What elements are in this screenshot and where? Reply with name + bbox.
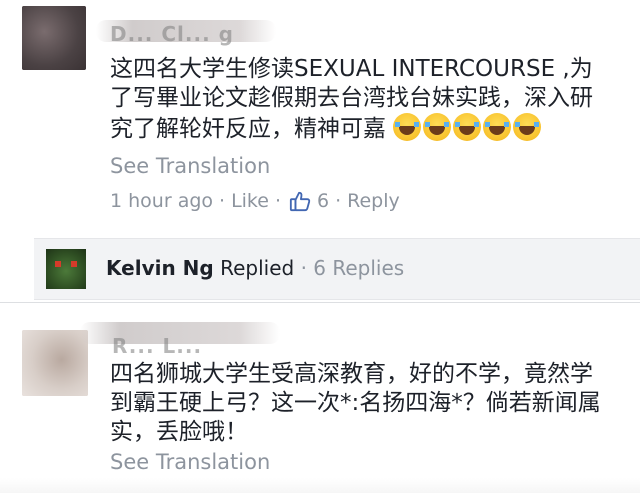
- reply-author-name[interactable]: Kelvin Ng: [106, 256, 214, 280]
- emoji-row: [393, 113, 543, 149]
- timestamp[interactable]: 1 hour ago: [110, 190, 213, 212]
- avatar[interactable]: [22, 6, 86, 70]
- comment-text: 四名狮城大学生受高深教育，好的不学，竟然学到霸王硬上弓？这一次*:名扬四海*？倘…: [110, 360, 605, 447]
- comment-meta: 1 hour ago · Like · 6 · Reply: [110, 190, 400, 212]
- see-translation-link[interactable]: See Translation: [110, 450, 270, 474]
- replies-summary[interactable]: Kelvin Ng Replied · 6 Replies: [34, 238, 640, 300]
- bottom-edge: [0, 478, 640, 493]
- separator: ·: [274, 190, 281, 212]
- divider: [0, 302, 640, 303]
- reply-button[interactable]: Reply: [347, 190, 400, 212]
- see-translation-link[interactable]: See Translation: [110, 154, 270, 178]
- avatar[interactable]: [22, 330, 88, 396]
- like-button[interactable]: Like: [231, 190, 269, 212]
- thumbs-up-icon[interactable]: [289, 190, 311, 212]
- face-with-tears-of-joy-icon: [513, 113, 542, 141]
- comment-body: 四名狮城大学生受高深教育，好的不学，竟然学到霸王硬上弓？这一次*:名扬四海*？倘…: [110, 361, 601, 445]
- like-count[interactable]: 6: [317, 190, 329, 212]
- reply-action: Replied: [220, 256, 295, 280]
- author-name-text[interactable]: R... L...: [112, 334, 202, 358]
- avatar[interactable]: [46, 249, 86, 289]
- separator: ·: [300, 256, 307, 280]
- reply-count[interactable]: 6 Replies: [313, 256, 404, 280]
- author-name-text[interactable]: D... Cl... g: [110, 22, 234, 46]
- separator: ·: [219, 190, 226, 212]
- face-with-tears-of-joy-icon: [393, 113, 422, 141]
- reply-summary-text[interactable]: Kelvin Ng Replied · 6 Replies: [106, 256, 404, 280]
- face-with-tears-of-joy-icon: [453, 113, 482, 141]
- face-with-tears-of-joy-icon: [423, 113, 452, 141]
- face-with-tears-of-joy-icon: [483, 113, 512, 141]
- comment-text: 这四名大学生修读SEXUAL INTERCOURSE ,为了写畢业论文趁假期去台…: [110, 55, 615, 149]
- separator: ·: [335, 190, 342, 212]
